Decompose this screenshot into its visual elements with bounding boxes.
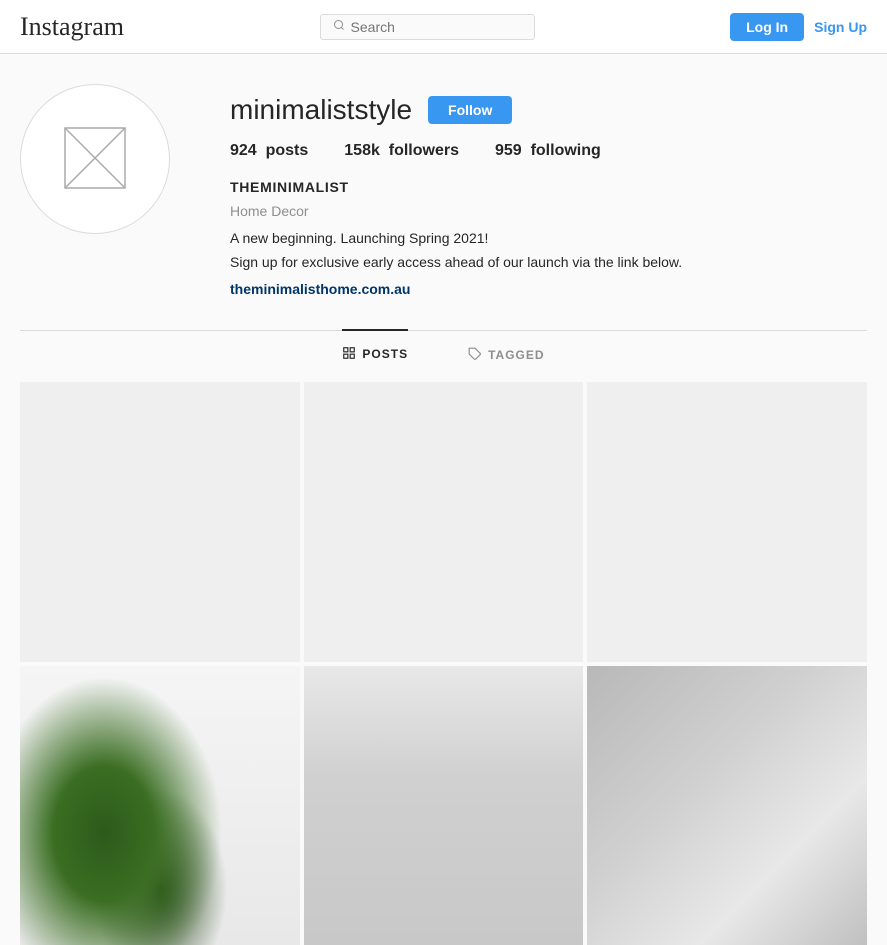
profile-desc2: Sign up for exclusive early access ahead… [230, 251, 867, 273]
tab-posts-label: POSTS [362, 347, 408, 361]
grid-cell-5[interactable] [304, 666, 584, 945]
posts-grid [20, 382, 867, 945]
grid-cell-3[interactable] [587, 382, 867, 662]
stat-followers[interactable]: 158k followers [344, 142, 459, 160]
grid-cell-1[interactable] [20, 382, 300, 662]
avatar-placeholder [55, 118, 135, 201]
grid-cell-2[interactable] [304, 382, 584, 662]
avatar-wrap [20, 84, 170, 234]
search-icon [333, 19, 345, 34]
search-input[interactable] [351, 19, 522, 35]
grid-cell-6[interactable] [587, 666, 867, 945]
profile-container: minimaliststyle Follow 924 posts 158k fo… [0, 54, 887, 945]
posts-count: 924 [230, 142, 257, 159]
follow-button[interactable]: Follow [428, 96, 512, 124]
tab-tagged[interactable]: TAGGED [468, 331, 544, 378]
profile-header: minimaliststyle Follow 924 posts 158k fo… [20, 84, 867, 300]
instagram-logo[interactable]: Instagram [20, 12, 124, 42]
tab-tagged-label: TAGGED [488, 348, 544, 362]
tab-posts[interactable]: POSTS [342, 329, 408, 378]
posts-label: posts [266, 142, 309, 159]
profile-bio: THEMINIMALIST Home Decor A new beginning… [230, 176, 867, 300]
profile-info: minimaliststyle Follow 924 posts 158k fo… [230, 84, 867, 300]
site-header: Instagram Log In Sign Up [0, 0, 887, 54]
following-count: 959 [495, 142, 522, 159]
search-wrap [124, 14, 730, 40]
stat-posts: 924 posts [230, 142, 308, 160]
search-bar[interactable] [320, 14, 535, 40]
grid-cell-4[interactable] [20, 666, 300, 945]
profile-category: Home Decor [230, 200, 867, 222]
profile-desc1: A new beginning. Launching Spring 2021! [230, 227, 867, 249]
stat-following[interactable]: 959 following [495, 142, 601, 160]
profile-stats: 924 posts 158k followers 959 following [230, 142, 867, 160]
signup-button[interactable]: Sign Up [814, 19, 867, 35]
grid-icon [342, 346, 356, 363]
following-label: following [531, 142, 601, 159]
profile-link[interactable]: theminimalisthome.com.au [230, 281, 410, 297]
followers-count: 158k [344, 142, 380, 159]
avatar [20, 84, 170, 234]
followers-label: followers [389, 142, 459, 159]
login-button[interactable]: Log In [730, 13, 804, 41]
header-actions: Log In Sign Up [730, 13, 867, 41]
profile-name-row: minimaliststyle Follow [230, 94, 867, 126]
tag-icon [468, 347, 482, 364]
profile-display-name: THEMINIMALIST [230, 176, 867, 198]
tabs-section: POSTS TAGGED [20, 330, 867, 378]
profile-username: minimaliststyle [230, 94, 412, 126]
